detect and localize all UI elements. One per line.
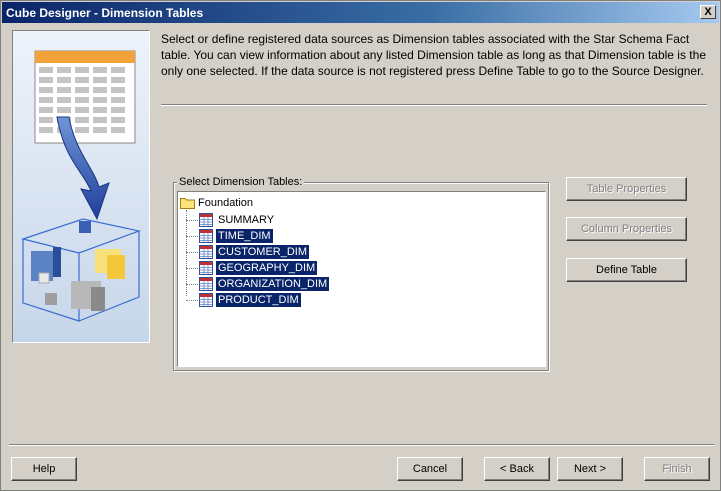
window-title: Cube Designer - Dimension Tables (6, 5, 204, 20)
cube-illustration-image (13, 31, 149, 342)
tree-item-label: TIME_DIM (216, 229, 273, 243)
tree-item-label: PRODUCT_DIM (216, 293, 301, 307)
tree-root-label: Foundation (198, 197, 254, 209)
define-table-button[interactable]: Define Table (566, 258, 687, 282)
divider (161, 104, 707, 106)
tree-item-summary[interactable]: SUMMARY (186, 212, 276, 228)
dimension-tables-label: Select Dimension Tables: (177, 176, 305, 188)
dialog-window: Cube Designer - Dimension Tables X Selec… (0, 0, 721, 491)
tree-item-label: CUSTOMER_DIM (216, 245, 310, 259)
footer-divider (9, 444, 714, 446)
table-icon (199, 293, 213, 307)
table-properties-button[interactable]: Table Properties (566, 177, 687, 201)
close-icon: X (704, 5, 712, 18)
table-icon (199, 245, 213, 259)
tree-item-organization-dim[interactable]: ORGANIZATION_DIM (186, 276, 330, 292)
tree-item-label: ORGANIZATION_DIM (216, 277, 330, 291)
next-button[interactable]: Next > (557, 457, 623, 481)
spreadsheet-icon (34, 50, 136, 144)
tree-item-customer-dim[interactable]: CUSTOMER_DIM (186, 244, 310, 260)
back-button[interactable]: < Back (484, 457, 550, 481)
table-icon (199, 261, 213, 275)
tree-item-label: SUMMARY (218, 214, 275, 226)
tree-root-foundation[interactable]: Foundation (180, 196, 253, 210)
table-icon (199, 229, 213, 243)
help-button[interactable]: Help (11, 457, 77, 481)
folder-icon (180, 198, 195, 209)
instructions-text: Select or define registered data sources… (161, 32, 706, 78)
finish-button[interactable]: Finish (644, 457, 710, 481)
dimension-tables-tree[interactable]: Foundation SUMMARY TIME_DIM CUSTOMER_DIM… (177, 191, 546, 367)
title-bar[interactable]: Cube Designer - Dimension Tables X (2, 2, 719, 23)
cancel-button[interactable]: Cancel (397, 457, 463, 481)
close-button[interactable]: X (700, 5, 716, 19)
tree-item-product-dim[interactable]: PRODUCT_DIM (186, 292, 301, 308)
table-icon (199, 277, 213, 291)
tree-item-geography-dim[interactable]: GEOGRAPHY_DIM (186, 260, 318, 276)
tree-item-label: GEOGRAPHY_DIM (216, 261, 318, 275)
wizard-illustration (12, 30, 150, 343)
tree-item-time-dim[interactable]: TIME_DIM (186, 228, 273, 244)
column-properties-button[interactable]: Column Properties (566, 217, 687, 241)
table-icon (199, 213, 213, 227)
